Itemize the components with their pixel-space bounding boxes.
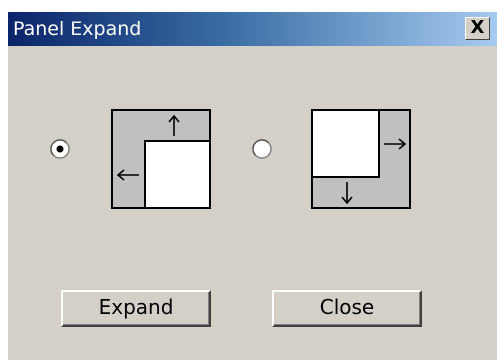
expand-button[interactable]: Expand <box>61 290 211 327</box>
expand-up-left-icon <box>111 109 211 209</box>
close-button[interactable]: Close <box>272 290 422 327</box>
window-title: Panel Expand <box>13 18 142 40</box>
expand-up-left-diagram[interactable] <box>111 109 211 209</box>
radio-expand-down-right[interactable] <box>252 139 272 159</box>
expand-down-right-diagram[interactable] <box>311 109 411 209</box>
expand-down-right-icon <box>311 109 411 209</box>
radio-unselected-icon <box>252 139 272 159</box>
title-bar[interactable]: Panel Expand X <box>8 12 497 46</box>
close-window-button[interactable]: X <box>465 17 490 40</box>
radio-expand-up-left[interactable] <box>50 139 70 159</box>
radio-selected-icon <box>50 139 70 159</box>
panel-expand-dialog: Panel Expand X Expand Close <box>8 12 497 360</box>
